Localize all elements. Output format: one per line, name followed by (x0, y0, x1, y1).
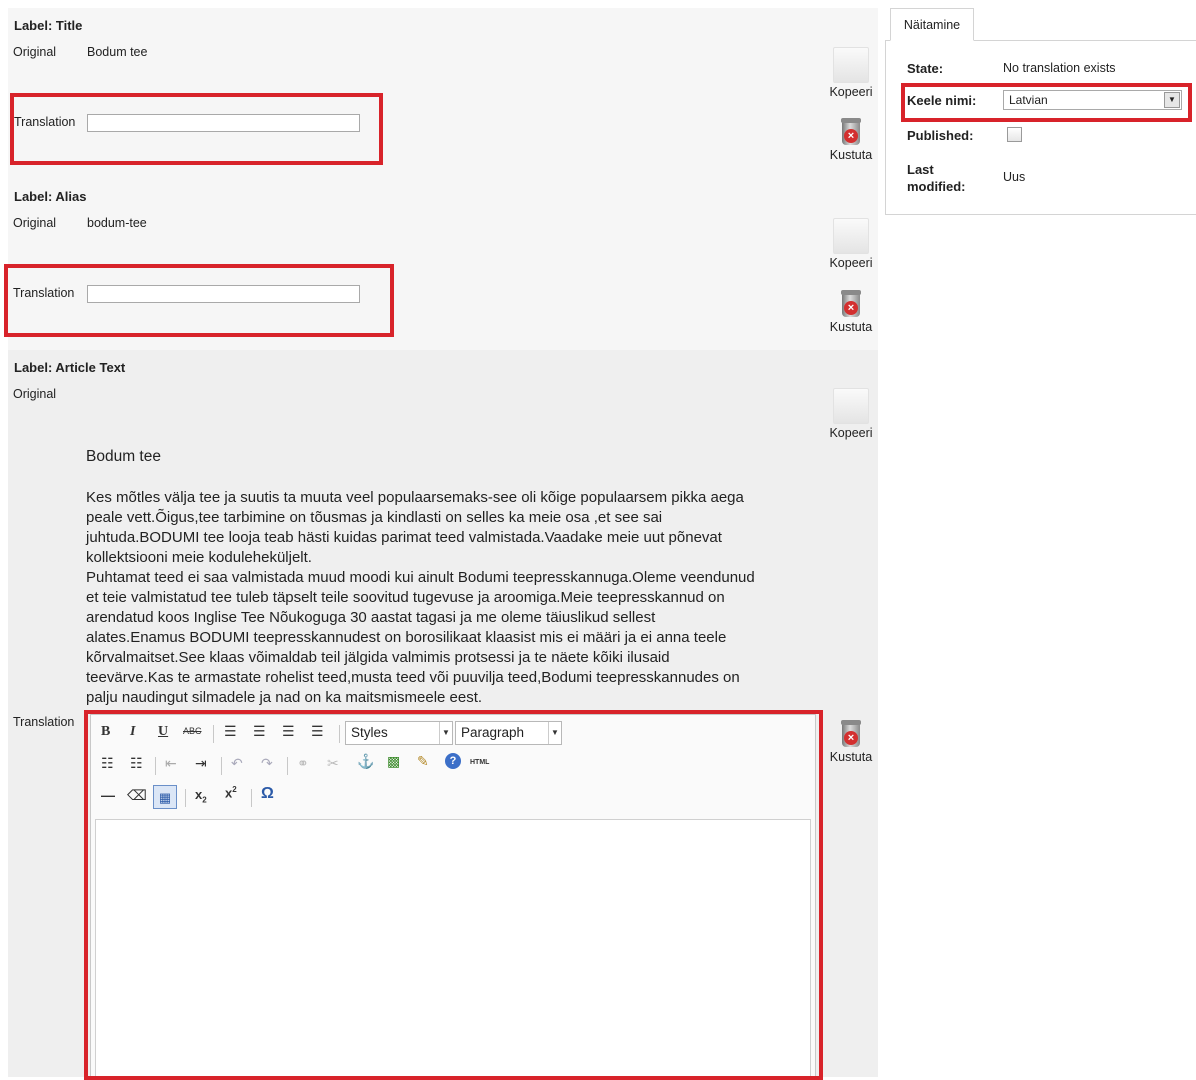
article-line: et teie valmistatud tee tuleb täpselt te… (86, 589, 725, 606)
delete-button-label: Kustuta (829, 750, 873, 764)
title-copy-button[interactable]: Kopeeri (821, 47, 881, 99)
modified-value: Uus (1003, 170, 1026, 184)
article-line: arendatud koos Inglise Tee Nõukoguga 30 … (86, 609, 656, 626)
article-copy-button[interactable]: Kopeeri (821, 388, 881, 440)
article-line: juhtuda.BODUMI tee looja teab hästi kuid… (86, 529, 722, 546)
alias-delete-button[interactable]: × Kustuta (821, 290, 881, 334)
state-value: No translation exists (1003, 61, 1116, 75)
article-line: peale vett.Õigus,tee tarbimine on tõusma… (86, 509, 663, 526)
article-line: teevärve.Kas te armastate rohelist teed,… (86, 669, 740, 686)
state-label: State: (907, 61, 944, 76)
title-original-value: Bodum tee (87, 45, 148, 59)
trash-icon: × (841, 720, 861, 748)
article-translation-highlight (84, 710, 823, 1080)
alias-translation-highlight (4, 264, 394, 337)
article-translation-label: Translation (13, 715, 75, 729)
article-line: alates.Enamus BODUMI teepresskannudest o… (86, 629, 727, 646)
tab-naitamine[interactable]: Näitamine (890, 8, 974, 41)
article-section-label: Label: Article Text (14, 360, 126, 375)
trash-icon: × (841, 290, 861, 318)
language-highlight (901, 83, 1192, 122)
modified-label: Last modified: (907, 161, 966, 195)
trash-icon: × (841, 118, 861, 146)
modified-label-line: Last (907, 162, 934, 177)
title-translation-highlight (10, 93, 383, 165)
delete-button-label: Kustuta (829, 148, 873, 162)
article-line: kõrvalmaitset.See klaas võimaldab teil j… (86, 649, 670, 666)
article-line: kollektsiooni meie koduleheküljelt. (86, 549, 312, 566)
delete-button-label: Kustuta (829, 320, 873, 334)
copy-button-label: Kopeeri (829, 256, 873, 270)
alias-original-label: Original (13, 216, 57, 230)
title-section-label: Label: Title (14, 18, 83, 33)
article-original-body: Kes mõtles välja tee ja suutis ta muuta … (86, 488, 816, 708)
title-delete-button[interactable]: × Kustuta (821, 118, 881, 162)
copy-icon (833, 388, 869, 424)
article-delete-button[interactable]: × Kustuta (821, 720, 881, 764)
published-label: Published: (907, 128, 974, 143)
article-line: Puhtamat teed ei saa valmistada muud moo… (86, 569, 755, 586)
copy-button-label: Kopeeri (829, 426, 873, 440)
alias-section-label: Label: Alias (14, 189, 87, 204)
published-checkbox[interactable] (1007, 127, 1022, 142)
title-original-label: Original (13, 45, 57, 59)
alias-copy-button[interactable]: Kopeeri (821, 218, 881, 270)
article-original-label: Original (13, 387, 57, 401)
alias-original-value: bodum-tee (87, 216, 147, 230)
modified-label-line: modified: (907, 179, 966, 194)
copy-icon (833, 47, 869, 83)
article-line: Kes mõtles välja tee ja suutis ta muuta … (86, 489, 744, 506)
article-heading: Bodum tee (86, 448, 161, 465)
copy-icon (833, 218, 869, 254)
article-line: palju naudingut silmadele ja nad on ka m… (86, 689, 483, 706)
copy-button-label: Kopeeri (829, 85, 873, 99)
